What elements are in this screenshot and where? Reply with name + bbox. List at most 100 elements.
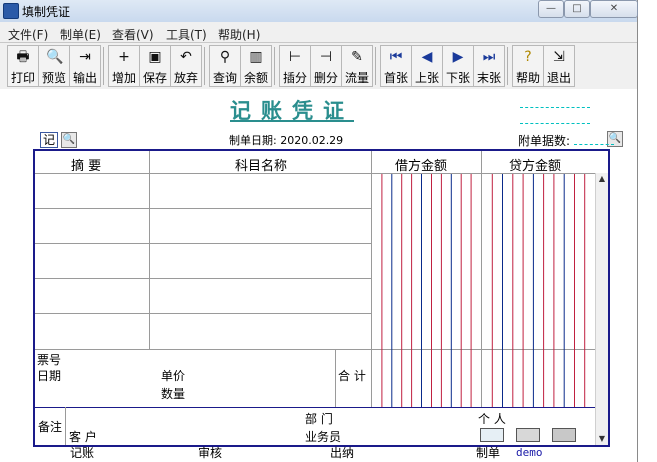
insert-button[interactable]: ⊢ 插分 [279,45,311,87]
unit-price-label: 单价 [161,369,186,383]
scroll-down-icon[interactable]: ▼ [597,433,607,445]
voucher-window: 填制凭证 — □ ✕ 文件(F) 制单(E) 查看(V) 工具(T) 帮助(H)… [0,0,638,462]
close-button[interactable]: ✕ [590,0,638,18]
vertical-scrollbar[interactable]: ▲ ▼ [595,173,608,445]
row-divider [35,407,595,408]
printer-icon: 🖶 [16,49,30,65]
export-button[interactable]: ⇥ 输出 [69,45,101,87]
add-button[interactable]: + 增加 [108,45,140,87]
next-button[interactable]: ▶ 下张 [442,45,474,87]
insert-row-icon: ⊢ [288,49,302,65]
save-button[interactable]: ▣ 保存 [139,45,171,87]
row-divider [35,278,371,279]
voucher-area: 记账凭证 记 🔍 制单日期: 2020.02.29 附单据数: 🔍 摘 要 科目… [0,89,637,462]
exit-label: 退出 [546,71,571,85]
voucher-grid: 摘 要 科目名称 借方金额 贷方金额 票号 日期 单价 数量 合 计 备注 客 … [33,149,610,447]
balance-label: 余额 [243,71,268,85]
menu-view[interactable]: 查看(V) [112,26,154,43]
quantity-label: 数量 [161,387,186,401]
delete-button[interactable]: ⊣ 删分 [310,45,342,87]
menu-edit[interactable]: 制单(E) [60,26,101,43]
voucher-word-field[interactable]: 记 [40,132,58,148]
toolbar: 🖶 打印 🔍 预览 ⇥ 输出 + 增加 ▣ 保存 ↶ 放弃 ⚲ 查询 ▥ 余额 … [0,42,637,90]
salesperson-label: 业务员 [305,430,342,444]
bar-chart-icon: ▥ [249,49,263,65]
save-label: 保存 [142,71,167,85]
background-strip [638,0,657,462]
delete-label: 删分 [313,71,338,85]
save-icon: ▣ [148,49,162,65]
balance-button[interactable]: ▥ 余额 [240,45,272,87]
toolbar-separator [507,47,508,85]
prev-button[interactable]: ◀ 上张 [411,45,443,87]
window-controls: — □ ✕ [538,0,638,18]
voucher-title: 记账凭证 [230,99,354,123]
next-label: 下张 [445,71,470,85]
prev-icon: ◀ [421,49,433,65]
last-label: 末张 [476,71,501,85]
print-button[interactable]: 🖶 打印 [7,45,39,87]
window-title: 填制凭证 [22,5,71,19]
maximize-button[interactable]: □ [564,0,590,18]
flow-icon: ✎ [351,49,363,65]
row-divider [35,208,371,209]
query-label: 查询 [212,71,237,85]
add-icon: + [118,49,130,65]
col-divider [149,151,150,349]
col-divider [65,407,66,445]
discard-button[interactable]: ↶ 放弃 [170,45,202,87]
app-icon [3,3,19,19]
dashed-line [520,107,590,108]
exit-icon: ⇲ [553,49,565,65]
first-icon: ⏮ [389,49,403,65]
help-button[interactable]: ? 帮助 [512,45,544,87]
preview-icon: 🔍 [46,49,64,65]
exit-button[interactable]: ⇲ 退出 [543,45,575,87]
menu-bar: 文件(F) 制单(E) 查看(V) 工具(T) 帮助(H) [0,24,637,42]
bookkeeping-label: 记账 [70,446,95,460]
minimize-button[interactable]: — [538,0,564,18]
delete-row-icon: ⊣ [319,49,333,65]
dashed-line [520,123,590,124]
menu-file[interactable]: 文件(F) [8,26,48,43]
ticket-no-label: 票号 [37,353,62,367]
notes-label: 备注 [38,420,63,434]
toolbar-separator [274,47,275,85]
export-icon: ⇥ [79,49,91,65]
tools-icon[interactable] [552,428,576,442]
help-icon: ? [524,49,532,65]
preview-button[interactable]: 🔍 预览 [38,45,70,87]
preview-label: 预览 [41,71,66,85]
help-label: 帮助 [515,71,540,85]
total-label: 合 计 [338,369,366,383]
review-label: 审核 [198,446,223,460]
col-divider [335,349,336,407]
preparer-name: demo [516,446,543,459]
scroll-up-icon[interactable]: ▲ [597,173,607,185]
first-label: 首张 [383,71,408,85]
discard-label: 放弃 [173,71,198,85]
toolbar-separator [204,47,205,85]
attachments-field[interactable] [574,144,614,145]
menu-help[interactable]: 帮助(H) [218,26,260,43]
header-credit: 贷方金额 [509,159,562,174]
first-button[interactable]: ⏮ 首张 [380,45,412,87]
cashier-label: 出纳 [330,446,355,460]
flow-button[interactable]: ✎ 流量 [341,45,373,87]
lookup-icon[interactable]: 🔍 [61,132,77,148]
attachments-label: 附单据数: [518,134,571,148]
row-divider [35,313,371,314]
toolbar-separator [103,47,104,85]
card-icon[interactable] [480,428,504,442]
date-label[interactable]: 制单日期: 2020.02.29 [229,132,343,148]
dept-label: 部 门 [305,412,333,426]
preparer-label: 制单 [476,446,501,460]
credit-digit-columns [491,174,586,407]
calculator-icon[interactable] [516,428,540,442]
customer-label: 客 户 [69,430,97,444]
print-label: 打印 [10,71,35,85]
last-button[interactable]: ⏭ 末张 [473,45,505,87]
menu-tools[interactable]: 工具(T) [166,26,207,43]
query-button[interactable]: ⚲ 查询 [209,45,241,87]
next-icon: ▶ [452,49,464,65]
